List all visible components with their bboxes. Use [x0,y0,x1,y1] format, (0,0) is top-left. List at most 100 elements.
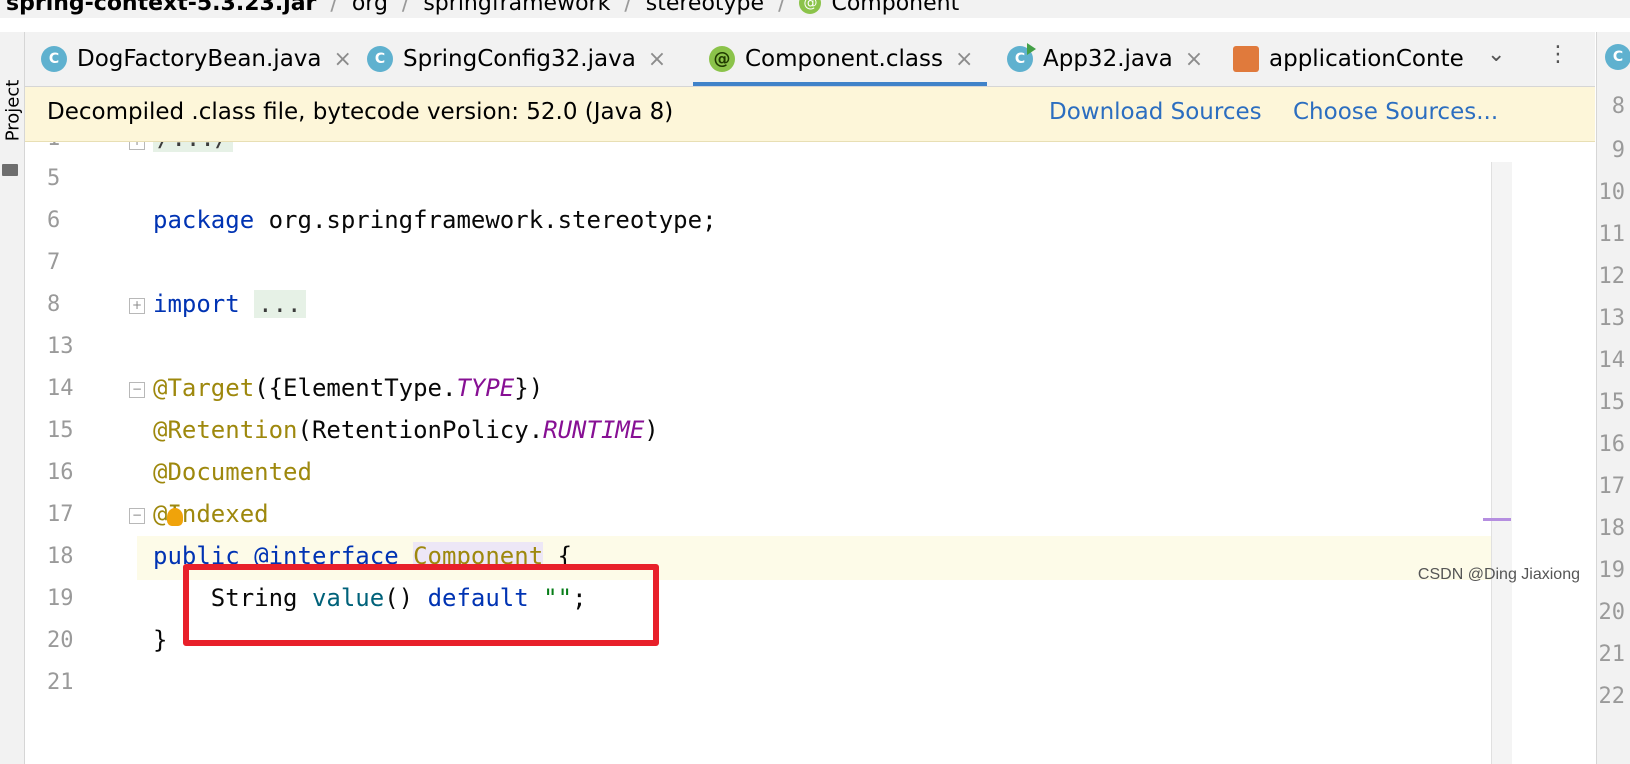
annotation-icon: @ [799,0,822,14]
java-class-icon: C [367,46,393,72]
folder-icon [2,164,18,176]
line-number: 10 [1598,180,1626,205]
code-text: ) [644,416,659,444]
tab-label: Component.class [745,46,943,72]
line-number: 21 [1598,642,1626,667]
code-text: }) [514,374,544,402]
line-number: 19 [47,586,74,611]
vertical-scrollbar[interactable] [1491,162,1512,764]
code-text: ({ElementType. [254,374,457,402]
line-number: 14 [47,376,74,401]
choose-sources-link[interactable]: Choose Sources... [1293,99,1498,125]
fold-toggle-icon[interactable]: + [129,142,145,150]
line-number: 12 [1598,264,1626,289]
keyword-package: package [153,206,255,234]
code-text: } [153,626,168,654]
watermark: CSDN @Ding Jiaxiong [1417,566,1580,583]
error-stripe-marker[interactable] [1483,518,1511,521]
decompiled-notice-banner: Decompiled .class file, bytecode version… [25,87,1595,142]
line-number: 8 [47,292,61,317]
java-class-icon[interactable]: C [1605,44,1630,70]
tab-label: App32.java [1043,46,1173,72]
breadcrumb-jar[interactable]: spring-context-5.3.23.jar [6,0,316,16]
xml-file-icon [1233,46,1259,72]
package-name: org.springframework.stereotype; [254,206,717,234]
breadcrumb-separator: / [778,0,786,16]
line-number: 15 [1598,390,1626,415]
line-number: 21 [47,670,74,695]
line-number: 13 [1598,306,1626,331]
close-icon[interactable]: × [648,47,666,72]
line-number: 20 [1598,600,1626,625]
constant-type: TYPE [456,374,515,402]
folded-imports[interactable]: ... [254,290,306,318]
line-number: 15 [47,418,74,443]
editor-tab-bar: C DogFactoryBean.java × C SpringConfig32… [25,32,1595,87]
code-text: (RetentionPolicy. [297,416,544,444]
line-number: 17 [47,502,74,527]
line-number: 6 [47,208,61,233]
close-icon[interactable]: × [955,47,973,72]
chevron-down-icon[interactable]: ⌄ [1487,42,1505,67]
highlight-annotation-box [183,564,659,646]
breadcrumb-item-springframework[interactable]: springframework [423,0,610,16]
annotation-target: @Target [153,374,255,402]
line-number: 11 [1598,222,1626,247]
code-line-20: } [153,626,167,654]
code-line-14: @Target({ElementType.TYPE}) [153,374,543,402]
folded-header[interactable]: /.../ [153,142,234,152]
fold-toggle-icon[interactable]: − [129,508,145,524]
line-number: 9 [1611,138,1625,163]
breadcrumb-item-org[interactable]: org [352,0,388,16]
left-tool-strip: Project [0,32,25,764]
tab-app32[interactable]: C App32.java × [1007,32,1203,86]
breadcrumb-separator: / [401,0,410,16]
code-line-15: @Retention(RetentionPolicy.RUNTIME) [153,416,659,444]
breadcrumb-separator: / [624,0,632,16]
java-class-icon: C [41,46,67,72]
tab-springconfig32[interactable]: C SpringConfig32.java × [367,32,666,86]
lightbulb-icon[interactable] [167,508,183,526]
line-number: 14 [1598,348,1626,373]
tab-label: DogFactoryBean.java [77,46,322,72]
code-editor[interactable]: 1 5 6 7 8 13 14 15 16 17 18 19 20 21 + +… [25,142,1595,764]
annotation-documented: @Documented [153,458,312,486]
line-number: 18 [47,544,74,569]
line-gutter [25,142,137,764]
project-tool-button[interactable]: Project [2,80,23,142]
download-sources-link[interactable]: Download Sources [1049,99,1262,125]
tab-applicationcontext[interactable]: applicationConte [1233,32,1464,86]
close-icon[interactable]: × [334,47,352,72]
constant-runtime: RUNTIME [543,416,645,444]
breadcrumb: spring-context-5.3.23.jar / org / spring… [0,0,1630,18]
code-line-16: @Documented [153,458,312,486]
breadcrumb-item-stereotype[interactable]: stereotype [646,0,764,16]
code-line-1: /.../ [153,142,234,152]
line-number: 17 [1598,474,1626,499]
close-icon[interactable]: × [1185,47,1203,72]
runnable-class-icon: C [1007,43,1036,72]
tab-dogfactorybean[interactable]: C DogFactoryBean.java × [41,32,352,86]
breadcrumb-separator: / [330,0,338,16]
line-number: 1 [47,142,60,151]
line-number: 7 [47,250,61,275]
right-editor-pane: C 8 9 10 11 12 13 14 15 16 17 18 19 20 2… [1596,32,1630,764]
line-number: 22 [1598,684,1626,709]
annotation-retention: @Retention [153,416,298,444]
decompiled-notice-text: Decompiled .class file, bytecode version… [47,99,674,125]
breadcrumb-item-component[interactable]: Component [831,0,959,16]
line-number: 5 [47,166,61,191]
fold-toggle-icon[interactable]: − [129,382,145,398]
line-number: 19 [1598,558,1626,583]
line-number: 18 [1598,516,1626,541]
more-vertical-icon[interactable]: ⋮ [1547,42,1569,67]
keyword-import: import [153,290,240,318]
line-number: 20 [47,628,74,653]
fold-toggle-icon[interactable]: + [129,298,145,314]
annotation-icon: @ [709,46,735,72]
line-number: 8 [1611,94,1625,119]
tab-label: applicationConte [1269,46,1464,72]
line-number: 13 [47,334,74,359]
line-number: 16 [1598,432,1626,457]
tab-component-class[interactable]: @ Component.class × [692,32,988,86]
